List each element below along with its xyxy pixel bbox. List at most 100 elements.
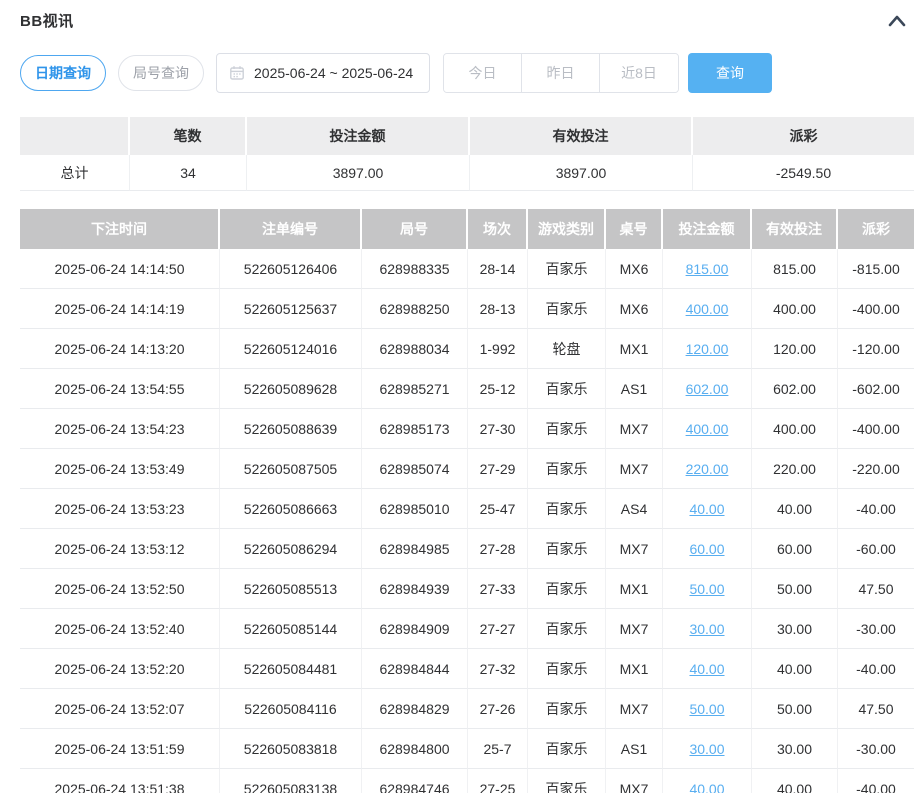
- cell-session: 27-29: [468, 449, 528, 489]
- cell-bet-time: 2025-06-24 13:52:07: [20, 689, 220, 729]
- cell-bet-amount: 120.00: [663, 329, 752, 369]
- cell-table-id: MX7: [606, 769, 663, 793]
- cell-round-id: 628985271: [362, 369, 468, 409]
- cell-game-type: 百家乐: [528, 489, 606, 529]
- cell-payout: 47.50: [838, 569, 914, 609]
- cell-bet-time: 2025-06-24 14:14:50: [20, 249, 220, 289]
- bet-amount-link[interactable]: 120.00: [686, 341, 729, 357]
- cell-round-id: 628988034: [362, 329, 468, 369]
- cell-bet-time: 2025-06-24 13:52:50: [20, 569, 220, 609]
- search-button[interactable]: 查询: [688, 53, 772, 93]
- bet-amount-link[interactable]: 60.00: [689, 541, 724, 557]
- bet-amount-link[interactable]: 50.00: [689, 581, 724, 597]
- column-header-game-type: 游戏类别: [528, 209, 606, 249]
- column-header-bet-amount: 投注金额: [663, 209, 752, 249]
- tab-date-query[interactable]: 日期查询: [20, 55, 106, 91]
- collapse-button[interactable]: [882, 10, 912, 35]
- cell-bet-id: 522605084116: [220, 689, 362, 729]
- cell-table-id: MX6: [606, 249, 663, 289]
- cell-table-id: AS1: [606, 729, 663, 769]
- bet-amount-link[interactable]: 400.00: [686, 301, 729, 317]
- cell-bet-id: 522605124016: [220, 329, 362, 369]
- bet-amount-link[interactable]: 815.00: [686, 261, 729, 277]
- cell-session: 27-26: [468, 689, 528, 729]
- cell-bet-id: 522605126406: [220, 249, 362, 289]
- cell-session: 27-33: [468, 569, 528, 609]
- cell-bet-amount: 815.00: [663, 249, 752, 289]
- cell-session: 25-12: [468, 369, 528, 409]
- button-last-8-days[interactable]: 近8日: [600, 54, 678, 92]
- cell-table-id: MX6: [606, 289, 663, 329]
- cell-valid-bet: 50.00: [752, 569, 838, 609]
- summary-column-header-0: [20, 117, 130, 155]
- cell-bet-amount: 50.00: [663, 689, 752, 729]
- bet-amount-link[interactable]: 30.00: [689, 741, 724, 757]
- cell-payout: -815.00: [838, 249, 914, 289]
- cell-session: 27-32: [468, 649, 528, 689]
- summary-payout: -2549.50: [693, 155, 914, 191]
- cell-valid-bet: 40.00: [752, 769, 838, 793]
- cell-valid-bet: 50.00: [752, 689, 838, 729]
- cell-valid-bet: 220.00: [752, 449, 838, 489]
- cell-payout: -60.00: [838, 529, 914, 569]
- summary-count: 34: [130, 155, 247, 191]
- cell-session: 27-25: [468, 769, 528, 793]
- table-row: 2025-06-24 13:52:50522605085513628984939…: [20, 569, 914, 609]
- bet-amount-link[interactable]: 50.00: [689, 701, 724, 717]
- cell-game-type: 百家乐: [528, 769, 606, 793]
- cell-bet-amount: 400.00: [663, 409, 752, 449]
- cell-game-type: 百家乐: [528, 409, 606, 449]
- bet-amount-link[interactable]: 40.00: [689, 661, 724, 677]
- cell-payout: 47.50: [838, 689, 914, 729]
- cell-bet-id: 522605125637: [220, 289, 362, 329]
- date-range-input[interactable]: 2025-06-24 ~ 2025-06-24: [216, 53, 430, 93]
- cell-valid-bet: 30.00: [752, 729, 838, 769]
- cell-session: 1-992: [468, 329, 528, 369]
- cell-valid-bet: 400.00: [752, 409, 838, 449]
- cell-bet-time: 2025-06-24 13:53:49: [20, 449, 220, 489]
- page-title: BB视讯: [20, 10, 74, 31]
- summary-column-header-2: 投注金额: [247, 117, 470, 155]
- cell-bet-amount: 40.00: [663, 769, 752, 793]
- cell-round-id: 628988250: [362, 289, 468, 329]
- column-header-payout: 派彩: [838, 209, 914, 249]
- summary-column-header-1: 笔数: [130, 117, 247, 155]
- cell-game-type: 百家乐: [528, 449, 606, 489]
- cell-game-type: 百家乐: [528, 249, 606, 289]
- table-row: 2025-06-24 14:14:19522605125637628988250…: [20, 289, 914, 329]
- bet-amount-link[interactable]: 40.00: [689, 781, 724, 793]
- tab-round-query[interactable]: 局号查询: [118, 55, 204, 91]
- bet-amount-link[interactable]: 30.00: [689, 621, 724, 637]
- date-range-value: 2025-06-24 ~ 2025-06-24: [254, 65, 413, 81]
- cell-bet-time: 2025-06-24 13:54:55: [20, 369, 220, 409]
- cell-bet-id: 522605086663: [220, 489, 362, 529]
- cell-bet-amount: 602.00: [663, 369, 752, 409]
- cell-bet-id: 522605089628: [220, 369, 362, 409]
- button-yesterday[interactable]: 昨日: [522, 54, 600, 92]
- cell-round-id: 628984746: [362, 769, 468, 793]
- cell-game-type: 百家乐: [528, 529, 606, 569]
- table-row: 2025-06-24 13:51:59522605083818628984800…: [20, 729, 914, 769]
- cell-table-id: MX1: [606, 649, 663, 689]
- bet-amount-link[interactable]: 602.00: [686, 381, 729, 397]
- cell-payout: -602.00: [838, 369, 914, 409]
- cell-bet-id: 522605085513: [220, 569, 362, 609]
- cell-session: 27-28: [468, 529, 528, 569]
- cell-bet-time: 2025-06-24 14:13:20: [20, 329, 220, 369]
- quick-range-group: 今日 昨日 近8日: [443, 53, 679, 93]
- button-today[interactable]: 今日: [444, 54, 522, 92]
- cell-bet-id: 522605084481: [220, 649, 362, 689]
- cell-game-type: 百家乐: [528, 729, 606, 769]
- cell-table-id: MX7: [606, 449, 663, 489]
- cell-session: 27-30: [468, 409, 528, 449]
- cell-bet-amount: 60.00: [663, 529, 752, 569]
- cell-bet-id: 522605083138: [220, 769, 362, 793]
- cell-session: 28-14: [468, 249, 528, 289]
- summary-bet-amount: 3897.00: [247, 155, 470, 191]
- bet-amount-link[interactable]: 400.00: [686, 421, 729, 437]
- cell-bet-amount: 30.00: [663, 609, 752, 649]
- bet-amount-link[interactable]: 220.00: [686, 461, 729, 477]
- table-row: 2025-06-24 13:53:49522605087505628985074…: [20, 449, 914, 489]
- table-row: 2025-06-24 13:52:40522605085144628984909…: [20, 609, 914, 649]
- bet-amount-link[interactable]: 40.00: [689, 501, 724, 517]
